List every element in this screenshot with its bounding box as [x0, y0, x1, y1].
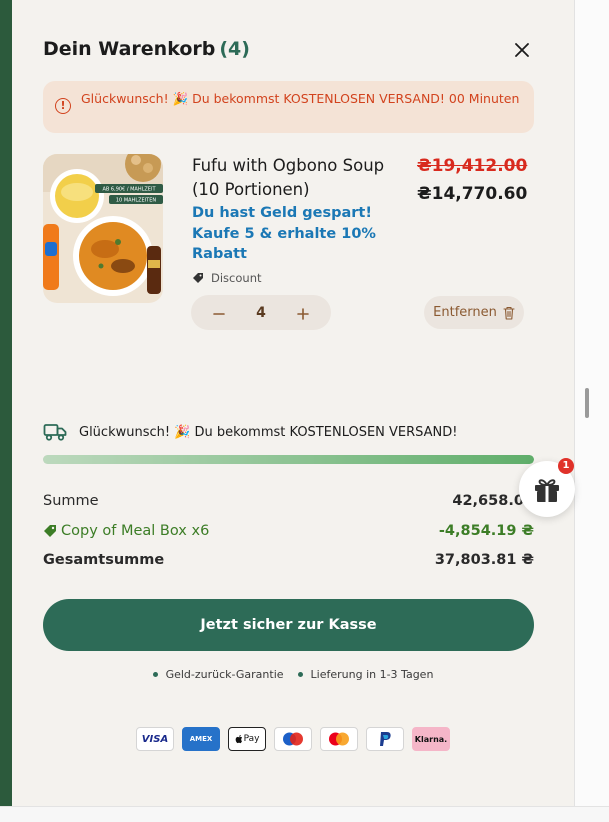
- amex-label: AMEX: [189, 735, 213, 743]
- shipping-alert-text: Glückwunsch! 🎉 Du bekommst KOSTENLOSEN V…: [81, 91, 520, 106]
- shipping-alert: ! Glückwunsch! 🎉 Du bekommst KOSTENLOSEN…: [43, 81, 534, 133]
- shipping-status-text: Glückwunsch! 🎉 Du bekommst KOSTENLOSEN V…: [79, 424, 458, 440]
- guarantee-money-back-text: Geld-zurück-Garantie: [165, 668, 284, 681]
- subtotal-label: Summe: [43, 493, 99, 509]
- discount-label: Discount: [211, 271, 262, 285]
- product-image[interactable]: AB 6,90€ / MAHLZEIT 10 MAHLZEITEN: [43, 154, 163, 303]
- total-value: 37,803.81 ₴: [434, 552, 534, 568]
- guarantee-delivery-text: Lieferung in 1-3 Tagen: [310, 668, 434, 681]
- savings-promo: Du hast Geld gespart! Kaufe 5 & erhalte …: [192, 205, 376, 262]
- apple-icon: [235, 735, 242, 744]
- shipping-progress-bar: [43, 455, 534, 464]
- discount-line-label: Copy of Meal Box x6: [61, 523, 210, 539]
- apple-pay-label: Pay: [243, 734, 260, 744]
- subtotal-value: 42,658.00: [452, 493, 534, 509]
- page-bottom-strip: [0, 806, 609, 822]
- page-edge: [0, 0, 12, 822]
- minus-icon: [213, 312, 225, 315]
- cart-drawer: Dein Warenkorb (4) ! Glückwunsch! 🎉 Du be…: [12, 0, 574, 806]
- payment-methods: VISA AMEX Pay Klarna.: [12, 727, 574, 751]
- amex-icon: AMEX: [182, 727, 220, 751]
- discount-tag: Discount: [192, 270, 262, 286]
- cart-title: Dein Warenkorb: [43, 38, 216, 60]
- image-badge-meals: 10 MAHLZEITEN: [116, 198, 157, 204]
- quantity-stepper: 4: [191, 295, 331, 330]
- bullet-icon: [297, 672, 303, 677]
- cart-count: (4): [219, 38, 250, 60]
- discount-line-value: -4,854.19 ₴: [438, 523, 534, 539]
- guarantee-list: Geld-zurück-Garantie Lieferung in 1-3 Ta…: [12, 668, 574, 681]
- current-price: ₴14,770.60: [417, 184, 528, 204]
- checkout-button[interactable]: Jetzt sicher zur Kasse: [43, 599, 534, 651]
- remove-label: Entfernen: [433, 305, 497, 320]
- close-icon: [515, 43, 529, 57]
- close-button[interactable]: [511, 39, 533, 61]
- shipping-progress-fill: [43, 455, 534, 464]
- shipping-status: Glückwunsch! 🎉 Du bekommst KOSTENLOSEN V…: [43, 421, 458, 443]
- total-label: Gesamtsumme: [43, 552, 165, 568]
- increase-button[interactable]: [293, 303, 313, 323]
- product-title[interactable]: Fufu with Ogbono Soup (10 Portionen): [192, 154, 392, 202]
- discount-tag-icon: [44, 525, 56, 537]
- gift-count-badge: 1: [558, 458, 574, 474]
- page-content-right: [574, 0, 609, 822]
- gift-icon: [535, 479, 559, 502]
- image-badge-price: AB 6,90€ / MAHLZEIT: [102, 187, 156, 193]
- trash-icon: [503, 306, 515, 320]
- remove-button[interactable]: Entfernen: [424, 296, 524, 329]
- guarantee-money-back: Geld-zurück-Garantie: [152, 668, 284, 681]
- apple-pay-icon: Pay: [228, 727, 266, 751]
- discount-line: Copy of Meal Box x6: [43, 523, 209, 539]
- plus-icon: [297, 307, 309, 320]
- tag-icon: [193, 273, 203, 283]
- paypal-icon: [366, 727, 404, 751]
- visa-label: VISA: [141, 733, 169, 745]
- cart-header: Dein Warenkorb (4): [43, 38, 543, 66]
- info-icon: !: [55, 98, 71, 114]
- klarna-icon: Klarna.: [412, 727, 450, 751]
- bullet-icon: [152, 672, 158, 677]
- maestro-icon: [274, 727, 312, 751]
- scrollbar-thumb[interactable]: [585, 388, 589, 418]
- klarna-label: Klarna.: [414, 734, 448, 744]
- guarantee-delivery: Lieferung in 1-3 Tagen: [297, 668, 434, 681]
- original-price: ₴19,412.00: [417, 156, 528, 176]
- quantity-value[interactable]: 4: [256, 305, 266, 321]
- mastercard-icon: [320, 727, 358, 751]
- decrease-button[interactable]: [209, 303, 229, 323]
- truck-icon: [43, 424, 67, 441]
- visa-icon: VISA: [136, 727, 174, 751]
